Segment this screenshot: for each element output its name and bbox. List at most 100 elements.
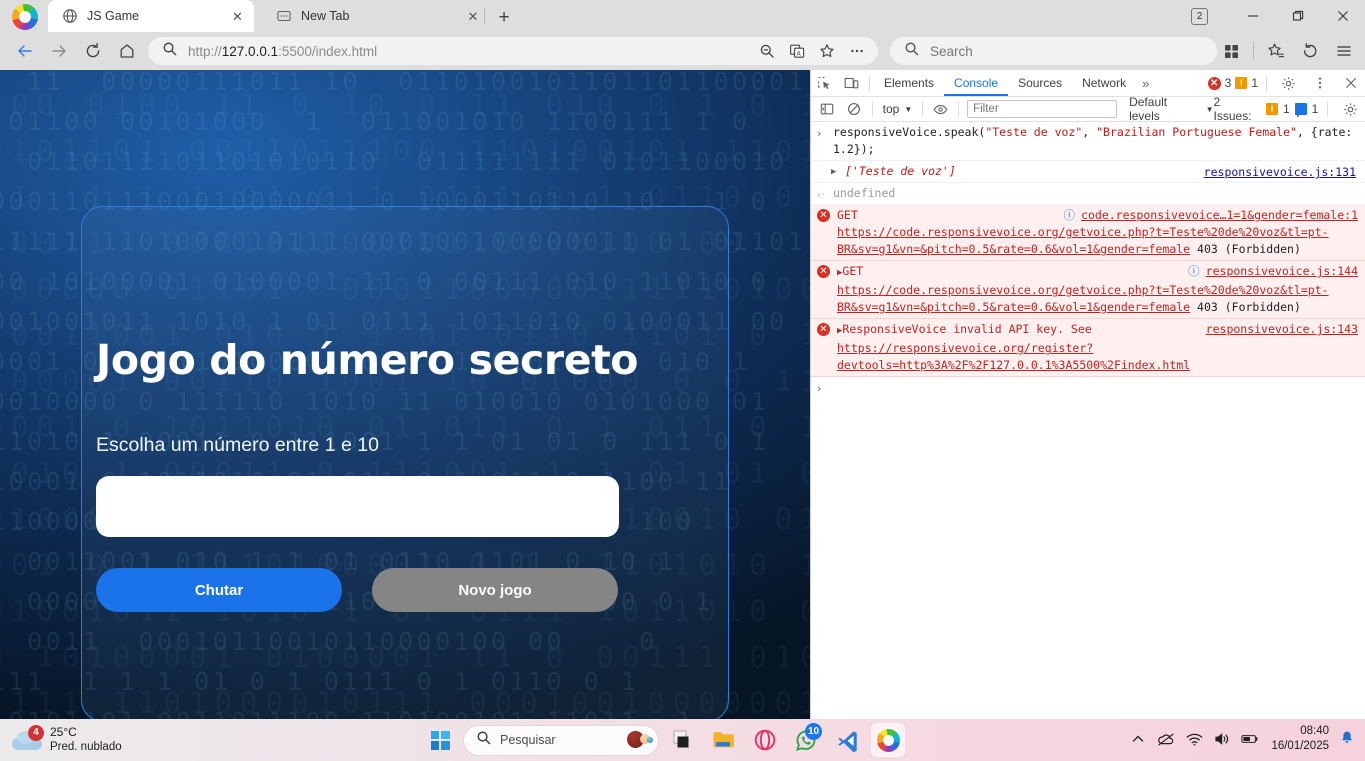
error-method: GET [837, 208, 858, 222]
tab-count-badge[interactable]: 2 [1191, 7, 1208, 25]
error-icon: ✕ [1207, 76, 1221, 90]
source-link[interactable]: responsivevoice.js:131 [1204, 164, 1356, 181]
console-message-list[interactable]: › responsiveVoice.speak("Teste de voz", … [811, 122, 1365, 719]
console-filter-input[interactable] [967, 100, 1118, 118]
console-levels-selector[interactable]: Default levels ▼ [1129, 95, 1213, 123]
warning-count[interactable]: ! 1 [1235, 76, 1258, 90]
tab-elements[interactable]: Elements [874, 70, 944, 96]
tab-title: New Tab [301, 9, 350, 23]
new-tab-button[interactable]: + [492, 5, 516, 29]
live-expression-icon[interactable] [927, 96, 954, 122]
console-toolbar: top ▼ Default levels ▼ 2 Issues: ! 1 1 [811, 95, 1365, 123]
close-icon[interactable]: ✕ [464, 7, 482, 25]
new-game-button[interactable]: Novo jogo [372, 568, 618, 612]
onedrive-offline-icon[interactable] [1157, 730, 1175, 748]
search-icon [162, 41, 177, 61]
newtab-icon [276, 8, 292, 24]
globe-icon [62, 8, 78, 24]
console-sidebar-icon[interactable] [814, 96, 841, 122]
whatsapp-badge: 10 [805, 723, 822, 740]
search-icon [904, 41, 919, 61]
source-link[interactable]: responsivevoice.js:144 [1206, 263, 1358, 280]
volume-icon[interactable] [1213, 730, 1231, 748]
collections-icon[interactable] [1214, 36, 1248, 66]
tab-console[interactable]: Console [944, 70, 1008, 96]
address-bar[interactable]: http://127.0.0.1:5500/index.html A [148, 37, 878, 65]
forward-icon[interactable] [42, 36, 76, 66]
tab-network[interactable]: Network [1072, 70, 1136, 96]
opera-icon[interactable] [748, 723, 782, 757]
copilot-icon[interactable] [627, 729, 653, 751]
zoom-out-icon[interactable] [752, 36, 782, 66]
inspect-icon[interactable] [811, 70, 838, 96]
settings-menu-icon[interactable] [1327, 36, 1361, 66]
show-hidden-icons-icon[interactable] [1129, 730, 1147, 748]
tab-divider [484, 8, 485, 24]
translate-icon[interactable]: A [782, 36, 812, 66]
close-devtools-icon[interactable] [1337, 70, 1364, 96]
bell-icon[interactable] [1339, 730, 1357, 748]
dots-menu-icon[interactable] [1306, 70, 1333, 96]
weather-widget[interactable]: 4 25°C Pred. nublado [10, 725, 122, 755]
file-explorer-icon[interactable] [707, 723, 741, 757]
window-controls: 2 [1191, 0, 1365, 32]
console-context-selector[interactable]: top ▼ [877, 102, 919, 116]
source-link[interactable]: responsivevoice.js:143 [1206, 321, 1358, 338]
error-url-link[interactable]: https://responsivevoice.org/register?dev… [837, 341, 1190, 372]
info-icon [1294, 103, 1307, 115]
tab-js-game[interactable]: JS Game ✕ [48, 0, 254, 32]
history-icon[interactable] [1293, 36, 1327, 66]
address-bar-actions: A [752, 36, 872, 66]
guess-input[interactable] [96, 476, 619, 537]
battery-icon[interactable] [1241, 730, 1259, 748]
clear-console-icon[interactable] [841, 96, 868, 122]
more-tabs-icon[interactable]: » [1136, 70, 1155, 96]
warning-count-value: 1 [1251, 76, 1258, 90]
whatsapp-icon[interactable]: 10 [789, 723, 823, 757]
more-icon[interactable] [842, 36, 872, 66]
minimize-button[interactable] [1230, 0, 1275, 32]
back-icon[interactable] [8, 36, 42, 66]
maximize-button[interactable] [1275, 0, 1320, 32]
device-toolbar-icon[interactable] [838, 70, 865, 96]
cloud-icon: 4 [10, 725, 44, 753]
weather-condition: Pred. nublado [50, 741, 122, 753]
console-string-1: "Teste de voz" [985, 125, 1083, 139]
expand-arrow-icon[interactable]: ▶ [831, 164, 836, 181]
reload-icon[interactable] [76, 36, 110, 66]
add-favorite-icon[interactable] [1259, 36, 1293, 66]
guess-button[interactable]: Chutar [96, 568, 342, 612]
console-settings-gear-icon[interactable] [1337, 96, 1364, 122]
console-code-sep: , [1082, 125, 1097, 139]
devtools-divider [958, 101, 960, 117]
weather-temperature: 25°C [50, 725, 77, 739]
error-status: 403 (Forbidden) [1197, 242, 1301, 256]
console-error-message: ✕ responsivevoice.js:143 ▶ResponsiveVoic… [811, 319, 1365, 377]
taskview-icon[interactable] [666, 723, 700, 757]
tab-new-tab[interactable]: New Tab ✕ [262, 0, 490, 32]
taskbar-search[interactable]: Pesquisar [463, 724, 659, 756]
close-window-button[interactable] [1320, 0, 1365, 32]
issues-summary[interactable]: 2 Issues: ! 1 1 [1214, 95, 1365, 123]
home-icon[interactable] [110, 36, 144, 66]
settings-gear-icon[interactable] [1275, 70, 1302, 96]
close-icon[interactable]: ✕ [229, 7, 246, 25]
network-request-icon[interactable]: ⓘ [1064, 207, 1076, 224]
vscode-icon[interactable] [830, 723, 864, 757]
network-request-icon[interactable]: ⓘ [1188, 263, 1200, 280]
browser-search-box[interactable]: Search [890, 37, 1217, 65]
error-count[interactable]: ✕ 3 [1207, 76, 1231, 90]
source-link[interactable]: code.responsivevoice…1=1&gender=female:1 [1081, 207, 1358, 224]
taskbar-clock[interactable]: 08:40 16/01/2025 [1271, 724, 1329, 754]
console-levels-value: Default levels [1129, 95, 1168, 123]
console-prompt[interactable]: › [811, 377, 1365, 395]
tab-sources[interactable]: Sources [1008, 70, 1072, 96]
system-tray: 08:40 16/01/2025 [1129, 724, 1357, 754]
wifi-icon[interactable] [1185, 730, 1203, 748]
favorite-icon[interactable] [812, 36, 842, 66]
windows-start-icon[interactable] [424, 723, 456, 757]
weather-text: 25°C Pred. nublado [50, 725, 122, 755]
console-result-message: ▶ ['Teste de voz'] responsivevoice.js:13… [811, 161, 1365, 183]
issues-label: 2 Issues: [1213, 95, 1252, 123]
edge-icon[interactable] [871, 723, 905, 757]
